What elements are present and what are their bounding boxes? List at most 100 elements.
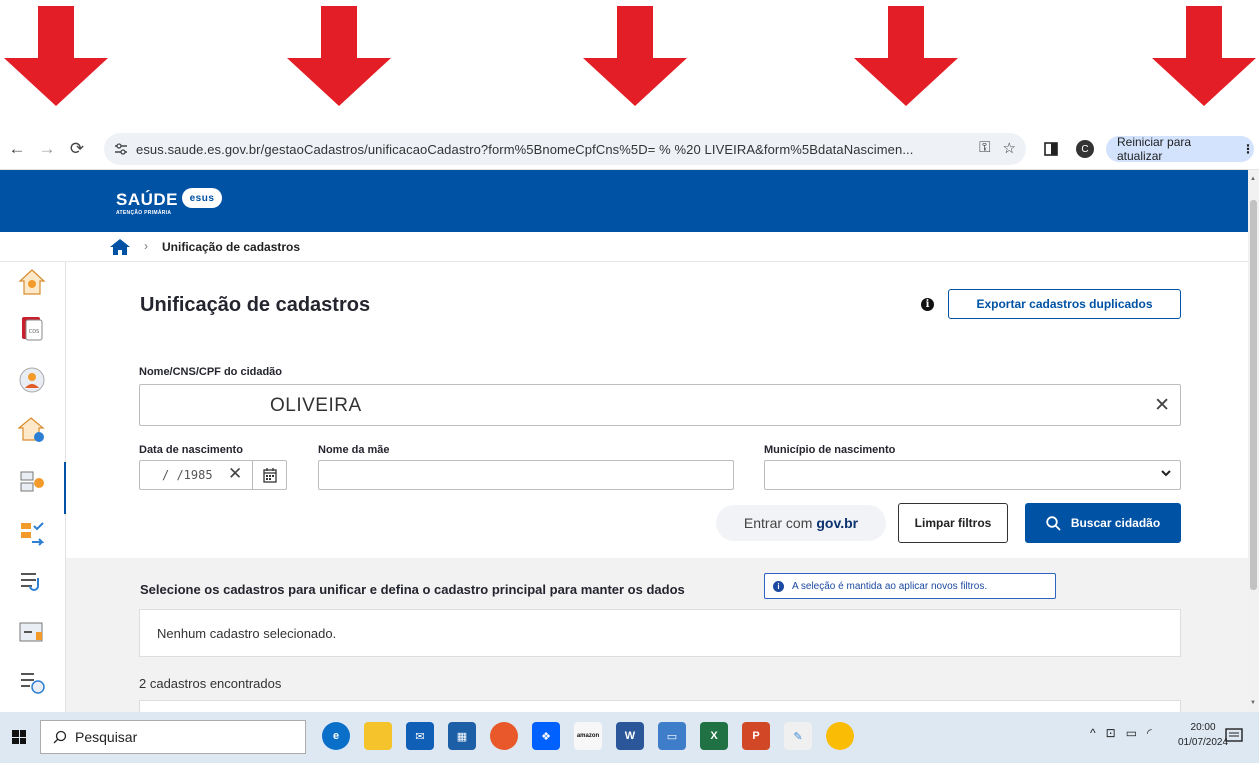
govbr-brand: gov.br bbox=[816, 515, 859, 531]
paint-icon[interactable]: ✎ bbox=[784, 722, 812, 750]
windows-start-icon[interactable] bbox=[12, 730, 26, 744]
network-icon[interactable]: ⊡ bbox=[1106, 726, 1116, 740]
red-arrow-icon bbox=[4, 6, 108, 106]
name-search-input[interactable]: OLIVEIRA ✕ bbox=[139, 384, 1181, 426]
clear-icon[interactable]: ✕ bbox=[1154, 394, 1170, 417]
taskbar-clock[interactable]: 20:00 01/07/2024 bbox=[1178, 720, 1228, 750]
browser-toolbar: ← → ⟳ esus.saude.es.gov.br/gestaoCadastr… bbox=[0, 128, 1259, 170]
excel-icon[interactable]: X bbox=[700, 722, 728, 750]
esus-badge: esus bbox=[182, 188, 222, 208]
export-duplicates-button[interactable]: Exportar cadastros duplicados bbox=[948, 289, 1181, 319]
kebab-menu-icon[interactable]: ⋮ bbox=[1242, 142, 1254, 156]
side-panel-icon[interactable] bbox=[1044, 142, 1058, 156]
scroll-up-icon[interactable]: ▲ bbox=[1250, 176, 1256, 182]
govbr-prefix: Entrar com bbox=[743, 515, 813, 531]
mother-name-input[interactable] bbox=[318, 460, 734, 490]
breadcrumb: › Unificação de cadastros bbox=[0, 232, 1248, 262]
clock-date: 01/07/2024 bbox=[1178, 737, 1229, 748]
powerpoint-icon[interactable]: P bbox=[742, 722, 770, 750]
municipality-label: Município de nascimento bbox=[764, 444, 896, 456]
breadcrumb-current: Unificação de cadastros bbox=[162, 240, 301, 254]
app-header: SAÚDE ATENÇÃO PRIMÁRIA esus bbox=[0, 170, 1248, 232]
taskbar-search-placeholder: Pesquisar bbox=[75, 729, 138, 745]
selected-records-empty: Nenhum cadastro selecionado. bbox=[157, 626, 337, 641]
municipality-select[interactable] bbox=[764, 460, 1181, 490]
red-arrow-icon bbox=[287, 6, 391, 106]
unify-records-icon[interactable] bbox=[18, 520, 46, 548]
annotation-arrows bbox=[0, 0, 1259, 128]
search-citizen-button[interactable]: Buscar cidadão bbox=[1025, 503, 1181, 543]
clear-filters-button[interactable]: Limpar filtros bbox=[898, 503, 1008, 543]
wifi-icon[interactable]: ◜ bbox=[1147, 726, 1152, 740]
profile-avatar[interactable]: C bbox=[1076, 140, 1094, 158]
site-settings-icon[interactable] bbox=[114, 142, 128, 156]
logo-text: SAÚDE bbox=[116, 190, 179, 209]
selection-section: Selecione os cadastros para unificar e d… bbox=[66, 558, 1248, 740]
amazon-icon[interactable]: amazon bbox=[574, 722, 602, 750]
svg-text:CDS: CDS bbox=[29, 329, 40, 335]
word-icon[interactable]: W bbox=[616, 722, 644, 750]
info-icon[interactable]: i bbox=[921, 298, 934, 311]
clock-time: 20:00 bbox=[1190, 722, 1216, 733]
logo-subtitle: ATENÇÃO PRIMÁRIA bbox=[116, 210, 172, 216]
chevron-right-icon: › bbox=[144, 239, 148, 253]
address-bar[interactable]: esus.saude.es.gov.br/gestaoCadastros/uni… bbox=[104, 133, 1026, 165]
search-icon bbox=[1046, 515, 1061, 531]
notification-icon[interactable] bbox=[1225, 728, 1243, 744]
schedule-list-icon[interactable] bbox=[18, 668, 46, 696]
saude-esus-logo[interactable]: SAÚDE ATENÇÃO PRIMÁRIA esus bbox=[116, 188, 222, 216]
search-citizen-label: Buscar cidadão bbox=[1070, 516, 1161, 530]
taskbar-apps: e ✉ ▦ ❖ amazon W ▭ X P ✎ bbox=[322, 722, 854, 750]
red-arrow-icon bbox=[854, 6, 958, 106]
chevron-up-icon[interactable]: ^ bbox=[1090, 726, 1096, 740]
left-sidebar: CDS bbox=[0, 262, 67, 712]
taskbar-search[interactable]: Pesquisar bbox=[40, 720, 306, 754]
name-field-label: Nome/CNS/CPF do cidadão bbox=[139, 366, 283, 378]
main-content: Unificação de cadastros i Exportar cadas… bbox=[66, 262, 1248, 740]
scroll-down-icon[interactable]: ▼ bbox=[1250, 700, 1256, 706]
url-text: esus.saude.es.gov.br/gestaoCadastros/uni… bbox=[136, 141, 914, 157]
battery-icon[interactable]: ▭ bbox=[1126, 726, 1137, 740]
bookmark-star-icon[interactable]: ☆ bbox=[1003, 139, 1016, 157]
birth-date-value: / /1985 bbox=[162, 468, 213, 482]
selection-note: i A seleção é mantida ao aplicar novos f… bbox=[764, 573, 1056, 599]
birth-date-input[interactable]: / /1985 ✕ bbox=[139, 460, 287, 490]
calendar-icon[interactable] bbox=[252, 461, 287, 489]
mother-name-label: Nome da mãe bbox=[318, 444, 390, 456]
red-arrow-icon bbox=[583, 6, 687, 106]
windows-taskbar: Pesquisar e ✉ ▦ ❖ amazon W ▭ X P ✎ ^ ⊡ ▭… bbox=[0, 712, 1259, 763]
govbr-login-button[interactable]: Entrar com gov.br bbox=[716, 505, 886, 541]
name-search-value: OLIVEIRA bbox=[270, 395, 362, 416]
store-icon[interactable]: ▦ bbox=[448, 722, 476, 750]
cds-forms-icon[interactable]: CDS bbox=[18, 314, 46, 342]
selected-records-box: Nenhum cadastro selecionado. bbox=[139, 609, 1181, 657]
home-care-icon[interactable] bbox=[18, 268, 46, 296]
birth-date-label: Data de nascimento bbox=[139, 444, 243, 456]
selection-note-text: A seleção é mantida ao aplicar novos fil… bbox=[792, 580, 988, 592]
page-title: Unificação de cadastros bbox=[140, 294, 371, 316]
system-tray: ^ ⊡ ▭ ◜ bbox=[1090, 726, 1152, 740]
dropbox-icon[interactable]: ❖ bbox=[532, 722, 560, 750]
password-key-icon[interactable]: ⚿ bbox=[979, 139, 990, 157]
page-scrollbar[interactable]: ▲ ▼ bbox=[1248, 170, 1259, 712]
chrome-icon[interactable] bbox=[826, 722, 854, 750]
list-stethoscope-icon[interactable] bbox=[18, 568, 46, 596]
edge-icon[interactable]: e bbox=[322, 722, 350, 750]
home-settings-icon[interactable] bbox=[18, 416, 46, 444]
clear-date-icon[interactable]: ✕ bbox=[228, 464, 242, 484]
firefox-icon[interactable] bbox=[490, 722, 518, 750]
citizen-icon[interactable] bbox=[18, 366, 46, 394]
home-icon[interactable] bbox=[110, 239, 130, 255]
chevron-down-icon[interactable] bbox=[1160, 466, 1172, 480]
back-arrow-icon[interactable]: ← bbox=[2, 134, 32, 164]
reload-icon[interactable]: ⟳ bbox=[62, 134, 92, 164]
report-icon[interactable] bbox=[18, 618, 46, 646]
restart-update-button[interactable]: Reiniciar para atualizar ⋮ bbox=[1106, 135, 1254, 163]
forward-arrow-icon[interactable]: → bbox=[32, 134, 62, 164]
scroll-thumb[interactable] bbox=[1250, 200, 1257, 590]
control-panel-icon[interactable]: ▭ bbox=[658, 722, 686, 750]
records-person-icon[interactable] bbox=[18, 468, 46, 496]
records-found-count: 2 cadastros encontrados bbox=[139, 676, 282, 691]
mail-icon[interactable]: ✉ bbox=[406, 722, 434, 750]
file-explorer-icon[interactable] bbox=[364, 722, 392, 750]
